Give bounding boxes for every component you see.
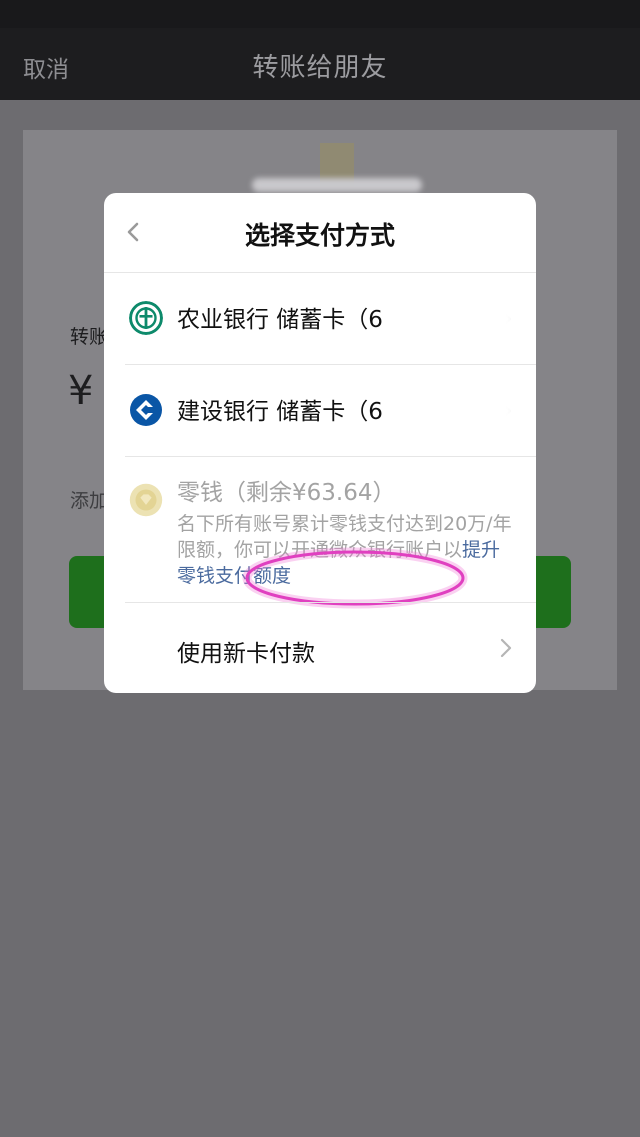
recipient-name-redacted bbox=[252, 178, 422, 192]
page-title: 转账给朋友 bbox=[252, 53, 388, 83]
redaction-blur bbox=[399, 383, 519, 433]
status-bar bbox=[0, 0, 640, 28]
wallet-coin-icon bbox=[129, 483, 163, 517]
new-card-label: 使用新卡付款 bbox=[177, 641, 315, 667]
sheet-title: 选择支付方式 bbox=[244, 221, 395, 250]
abc-bank-icon bbox=[129, 301, 163, 335]
divider bbox=[125, 456, 536, 457]
add-note-link[interactable]: 添加 bbox=[70, 486, 108, 513]
transfer-amount-label: 转账 bbox=[70, 326, 109, 348]
currency-symbol: ¥ bbox=[68, 368, 94, 414]
wallet-option-label: 零钱（剩余¥63.64） bbox=[177, 480, 396, 506]
ccb-bank-icon bbox=[130, 394, 162, 426]
redaction-blur bbox=[399, 293, 519, 343]
payment-option-label: 农业银行 储蓄卡（6 bbox=[177, 307, 383, 333]
sheet-header: 选择支付方式 bbox=[104, 193, 536, 273]
use-new-card-option[interactable]: 使用新卡付款 bbox=[104, 603, 536, 693]
payment-method-sheet: 选择支付方式 农业银行 储蓄卡（6 建设银行 储蓄卡（6 零钱（剩余¥63.64… bbox=[104, 193, 536, 693]
payment-option-label: 建设银行 储蓄卡（6 bbox=[177, 399, 383, 425]
chevron-right-icon bbox=[500, 638, 512, 658]
